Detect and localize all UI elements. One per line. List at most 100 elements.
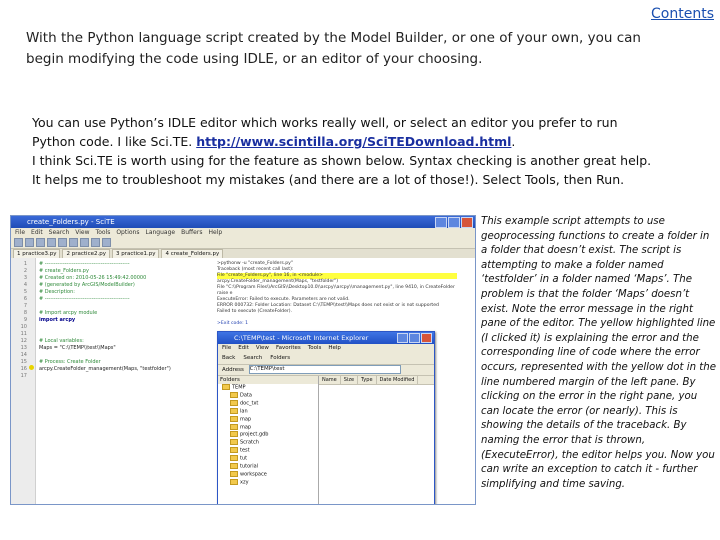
column-header[interactable]: Size [341, 376, 359, 384]
line-number: 12 [20, 338, 27, 344]
folder-tree-item[interactable]: test [222, 447, 318, 455]
scite-download-link[interactable]: http://www.scintilla.org/SciTEDownload.h… [196, 134, 511, 149]
code-line: 2 # create_Folders.py [11, 268, 89, 275]
menu-item[interactable]: Tools [308, 345, 322, 351]
folder-tree-item[interactable]: lan [222, 407, 318, 416]
redo-icon[interactable] [102, 238, 111, 247]
maximize-icon[interactable] [448, 217, 460, 228]
scite-tabs: 1 practice3.py 2 practice2.py 3 practice1.… [11, 249, 475, 258]
close-icon[interactable] [461, 217, 473, 228]
folder-name: tut [240, 455, 248, 462]
folder-tree-item[interactable]: map [222, 415, 318, 424]
folder-tree-item[interactable]: workspace [222, 470, 318, 479]
contents-link[interactable]: Contents [651, 6, 714, 22]
menu-item[interactable]: Options [116, 229, 139, 236]
column-header[interactable]: Type [358, 376, 377, 384]
column-header[interactable]: Name [319, 376, 341, 384]
column-header[interactable]: Date Modified [377, 376, 419, 384]
code-line: 6 # -------------------------------------… [11, 296, 130, 303]
minimize-icon[interactable] [435, 217, 447, 228]
code-line: 11 [11, 331, 39, 338]
line-number: 2 [23, 268, 27, 274]
menu-item[interactable]: Search [49, 229, 70, 236]
line-number: 6 [23, 296, 27, 302]
file-tab[interactable]: 1 practice3.py [13, 249, 61, 258]
file-tab[interactable]: 3 practice1.py [111, 249, 160, 258]
folder-icon [230, 470, 238, 477]
menu-item[interactable]: Language [145, 229, 175, 236]
open-icon[interactable] [25, 238, 34, 247]
menu-item[interactable]: File [222, 345, 231, 351]
toolbar-button[interactable]: Back [222, 355, 235, 361]
line-number: 9 [23, 317, 27, 323]
folder-icon [230, 463, 238, 470]
code-line: 15 # Process: Create Folder [11, 359, 101, 366]
folder-name: map [240, 424, 252, 431]
folder-tree-item[interactable]: TEMP [222, 384, 318, 392]
menu-item[interactable]: Buffers [181, 229, 202, 236]
close-icon[interactable] [421, 333, 432, 343]
body-line-3: I think Sci.TE is worth using for the fe… [32, 153, 652, 168]
code-line: 5 # Description: [11, 289, 75, 296]
toolbar-button[interactable]: Folders [270, 355, 290, 361]
folder-tree-item[interactable]: xzy [222, 478, 318, 487]
address-input[interactable]: C:\TEMP\test [248, 365, 401, 374]
folder-tree-item[interactable]: Scratch [222, 439, 318, 447]
folder-name: project.gdb [240, 431, 269, 438]
copy-icon[interactable] [69, 238, 78, 247]
folder-tree-item[interactable]: tutorial [222, 463, 318, 471]
folder-tree-item[interactable]: doc_txt [222, 399, 318, 408]
undo-icon[interactable] [91, 238, 100, 247]
cut-icon[interactable] [58, 238, 67, 247]
code-line: 9 import arcpy [11, 317, 75, 324]
folder-icon [230, 391, 238, 398]
folder-name: lan [240, 408, 248, 415]
paste-icon[interactable] [80, 238, 89, 247]
folder-tree-item[interactable]: project.gdb [222, 431, 318, 439]
minimize-icon[interactable] [397, 333, 408, 343]
code-text: # (generated by ArcGIS/ModelBuilder) [39, 282, 135, 288]
explorer-menubar: File Edit View Favorites Tools Help [218, 344, 434, 352]
folder-icon [222, 384, 230, 390]
body-line-2-end: . [511, 134, 516, 149]
folder-tree: TEMP Data doc_txt lan map map project.gdb Scrat… [218, 384, 318, 487]
menu-item[interactable]: View [256, 345, 269, 351]
maximize-icon[interactable] [409, 333, 420, 343]
menu-item[interactable]: Edit [31, 229, 43, 236]
line-number: 10 [20, 324, 27, 330]
print-icon[interactable] [47, 238, 56, 247]
folder-icon [230, 423, 238, 430]
explorer-titlebar: C:\TEMP\test - Microsoft Internet Explor… [218, 332, 434, 344]
code-text: # Local variables: [39, 338, 84, 344]
code-editor-pane[interactable]: 1 # -------------------------------------… [11, 258, 211, 504]
scite-title: create_Folders.py - SciTE [27, 218, 115, 226]
menu-item[interactable]: Help [208, 229, 222, 236]
folder-tree-item[interactable]: tut [222, 455, 318, 463]
folder-name: doc_txt [240, 400, 259, 407]
new-file-icon[interactable] [14, 238, 23, 247]
folder-name: test [240, 447, 250, 454]
menu-item[interactable]: File [15, 229, 25, 236]
line-number: 1 [23, 261, 27, 267]
body-line-1: You can use Python’s IDLE editor which w… [32, 115, 618, 130]
toolbar-button[interactable]: Search [243, 355, 262, 361]
folder-icon [230, 439, 238, 446]
explorer-address-bar: Address C:\TEMP\test [218, 365, 434, 376]
line-number: 5 [23, 289, 27, 295]
menu-item[interactable]: View [75, 229, 89, 236]
save-icon[interactable] [36, 238, 45, 247]
folder-tree-item[interactable]: Data [222, 391, 318, 400]
folder-icon [230, 431, 238, 438]
menu-item[interactable]: Favorites [276, 345, 301, 351]
folder-tree-item[interactable]: map [222, 423, 318, 432]
menu-item[interactable]: Help [328, 345, 341, 351]
file-list-pane: Name Size Type Date Modified [319, 376, 434, 504]
file-tab[interactable]: 4 create_Folders.py [161, 249, 224, 258]
menu-item[interactable]: Edit [238, 345, 249, 351]
scite-toolbar [11, 237, 475, 249]
folders-pane: Folders TEMP Data doc_txt lan map map project.… [218, 376, 319, 504]
menu-item[interactable]: Tools [96, 229, 111, 236]
code-line: 13 Maps = "C:\\TEMP\\test\\Maps" [11, 345, 116, 352]
code-text: # Import arcpy module [39, 310, 98, 316]
file-tab[interactable]: 2 practice2.py [62, 249, 110, 258]
